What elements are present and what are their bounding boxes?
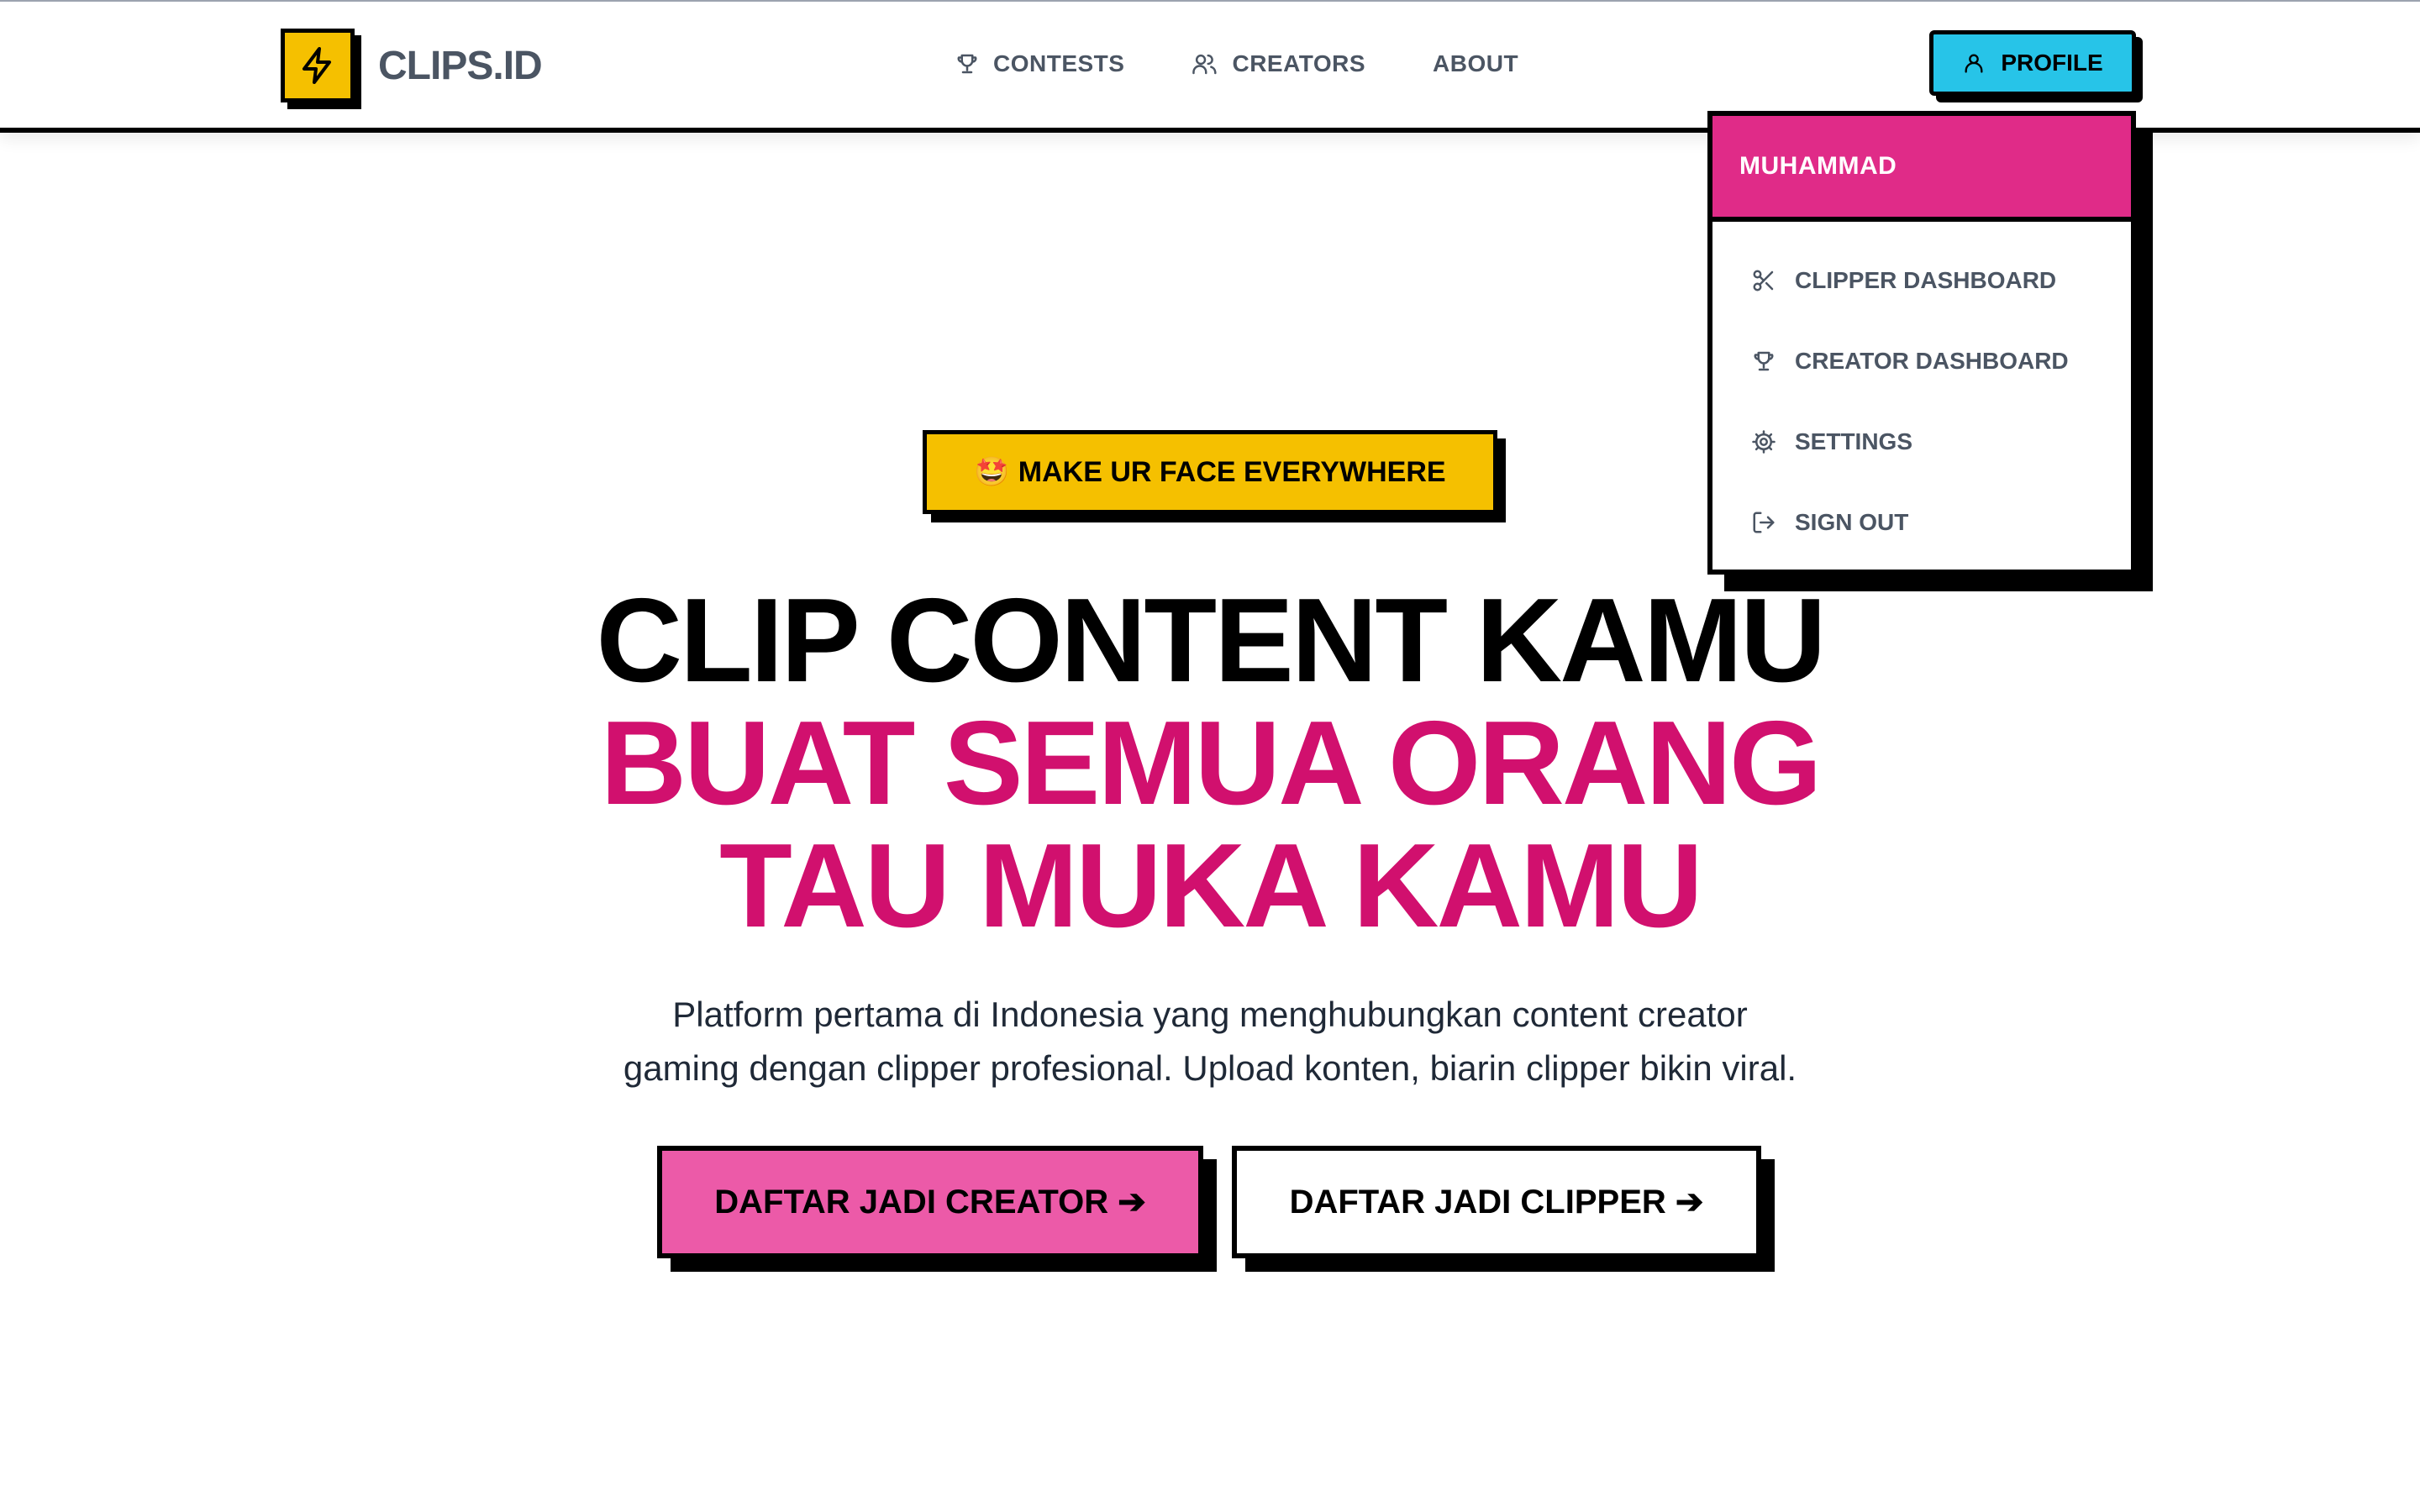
menu-item-label: CREATOR DASHBOARD xyxy=(1795,348,2069,374)
main-nav: CONTESTS CREATORS ABOUT xyxy=(955,45,1518,82)
brand-name: CLIPS.ID xyxy=(378,43,543,88)
tagline-badge-text: MAKE UR FACE EVERYWHERE xyxy=(1018,455,1446,488)
nav-creators-label: CREATORS xyxy=(1232,50,1366,76)
lightning-icon xyxy=(281,29,355,102)
dropdown-user-name: MUHAMMAD xyxy=(1712,116,2131,222)
trophy-icon xyxy=(957,54,977,74)
dropdown-item-list: CLIPPER DASHBOARD CREATOR DASHBOARD SETT… xyxy=(1712,222,2131,563)
menu-item-label: CLIPPER DASHBOARD xyxy=(1795,267,2057,293)
nav-about-label: ABOUT xyxy=(1433,50,1519,76)
register-clipper-button[interactable]: DAFTAR JADI CLIPPER ➔ xyxy=(1232,1146,1761,1258)
gear-icon xyxy=(1752,430,1776,454)
profile-button-label: PROFILE xyxy=(2001,50,2103,76)
headline-line-2: BUAT SEMUA ORANG xyxy=(600,696,1823,830)
profile-dropdown-menu: MUHAMMAD CLIPPER DASHBOARD CREATOR DASHB… xyxy=(1707,111,2136,575)
nav-contests[interactable]: CONTESTS xyxy=(955,50,1124,77)
headline-line-1: CLIP CONTENT KAMU xyxy=(596,574,1826,707)
tagline-badge: 🤩 MAKE UR FACE EVERYWHERE xyxy=(923,430,1497,514)
register-creator-button[interactable]: DAFTAR JADI CREATOR ➔ xyxy=(657,1146,1203,1258)
nav-contests-label: CONTESTS xyxy=(993,50,1125,76)
profile-button[interactable]: PROFILE xyxy=(1929,30,2136,96)
subtitle-line-2: gaming dengan clipper profesional. Uploa… xyxy=(623,1048,1797,1088)
menu-item-sign-out[interactable]: SIGN OUT xyxy=(1712,482,2131,563)
nav-creators[interactable]: CREATORS xyxy=(1192,50,1365,77)
hero-headline: CLIP CONTENT KAMU BUAT SEMUA ORANG TAU M… xyxy=(0,580,2420,948)
scissors-icon xyxy=(1753,270,1774,291)
hero-subtitle: Platform pertama di Indonesia yang mengh… xyxy=(0,988,2420,1095)
sign-out-icon xyxy=(1753,512,1775,533)
menu-item-creator-dashboard[interactable]: CREATOR DASHBOARD xyxy=(1712,321,2131,402)
user-icon xyxy=(1965,54,1983,73)
menu-item-label: SIGN OUT xyxy=(1795,509,1909,535)
menu-item-clipper-dashboard[interactable]: CLIPPER DASHBOARD xyxy=(1712,240,2131,321)
top-border xyxy=(0,0,2420,2)
star-struck-emoji-icon: 🤩 xyxy=(974,456,1010,488)
brand-logo[interactable]: CLIPS.ID xyxy=(281,25,543,106)
subtitle-line-1: Platform pertama di Indonesia yang mengh… xyxy=(672,995,1748,1034)
menu-item-settings[interactable]: SETTINGS xyxy=(1712,402,2131,482)
nav-about[interactable]: ABOUT xyxy=(1433,50,1518,77)
trophy-icon xyxy=(1754,351,1774,371)
users-icon xyxy=(1192,54,1218,75)
menu-item-label: SETTINGS xyxy=(1795,428,1913,454)
headline-line-3: TAU MUKA KAMU xyxy=(719,819,1703,953)
